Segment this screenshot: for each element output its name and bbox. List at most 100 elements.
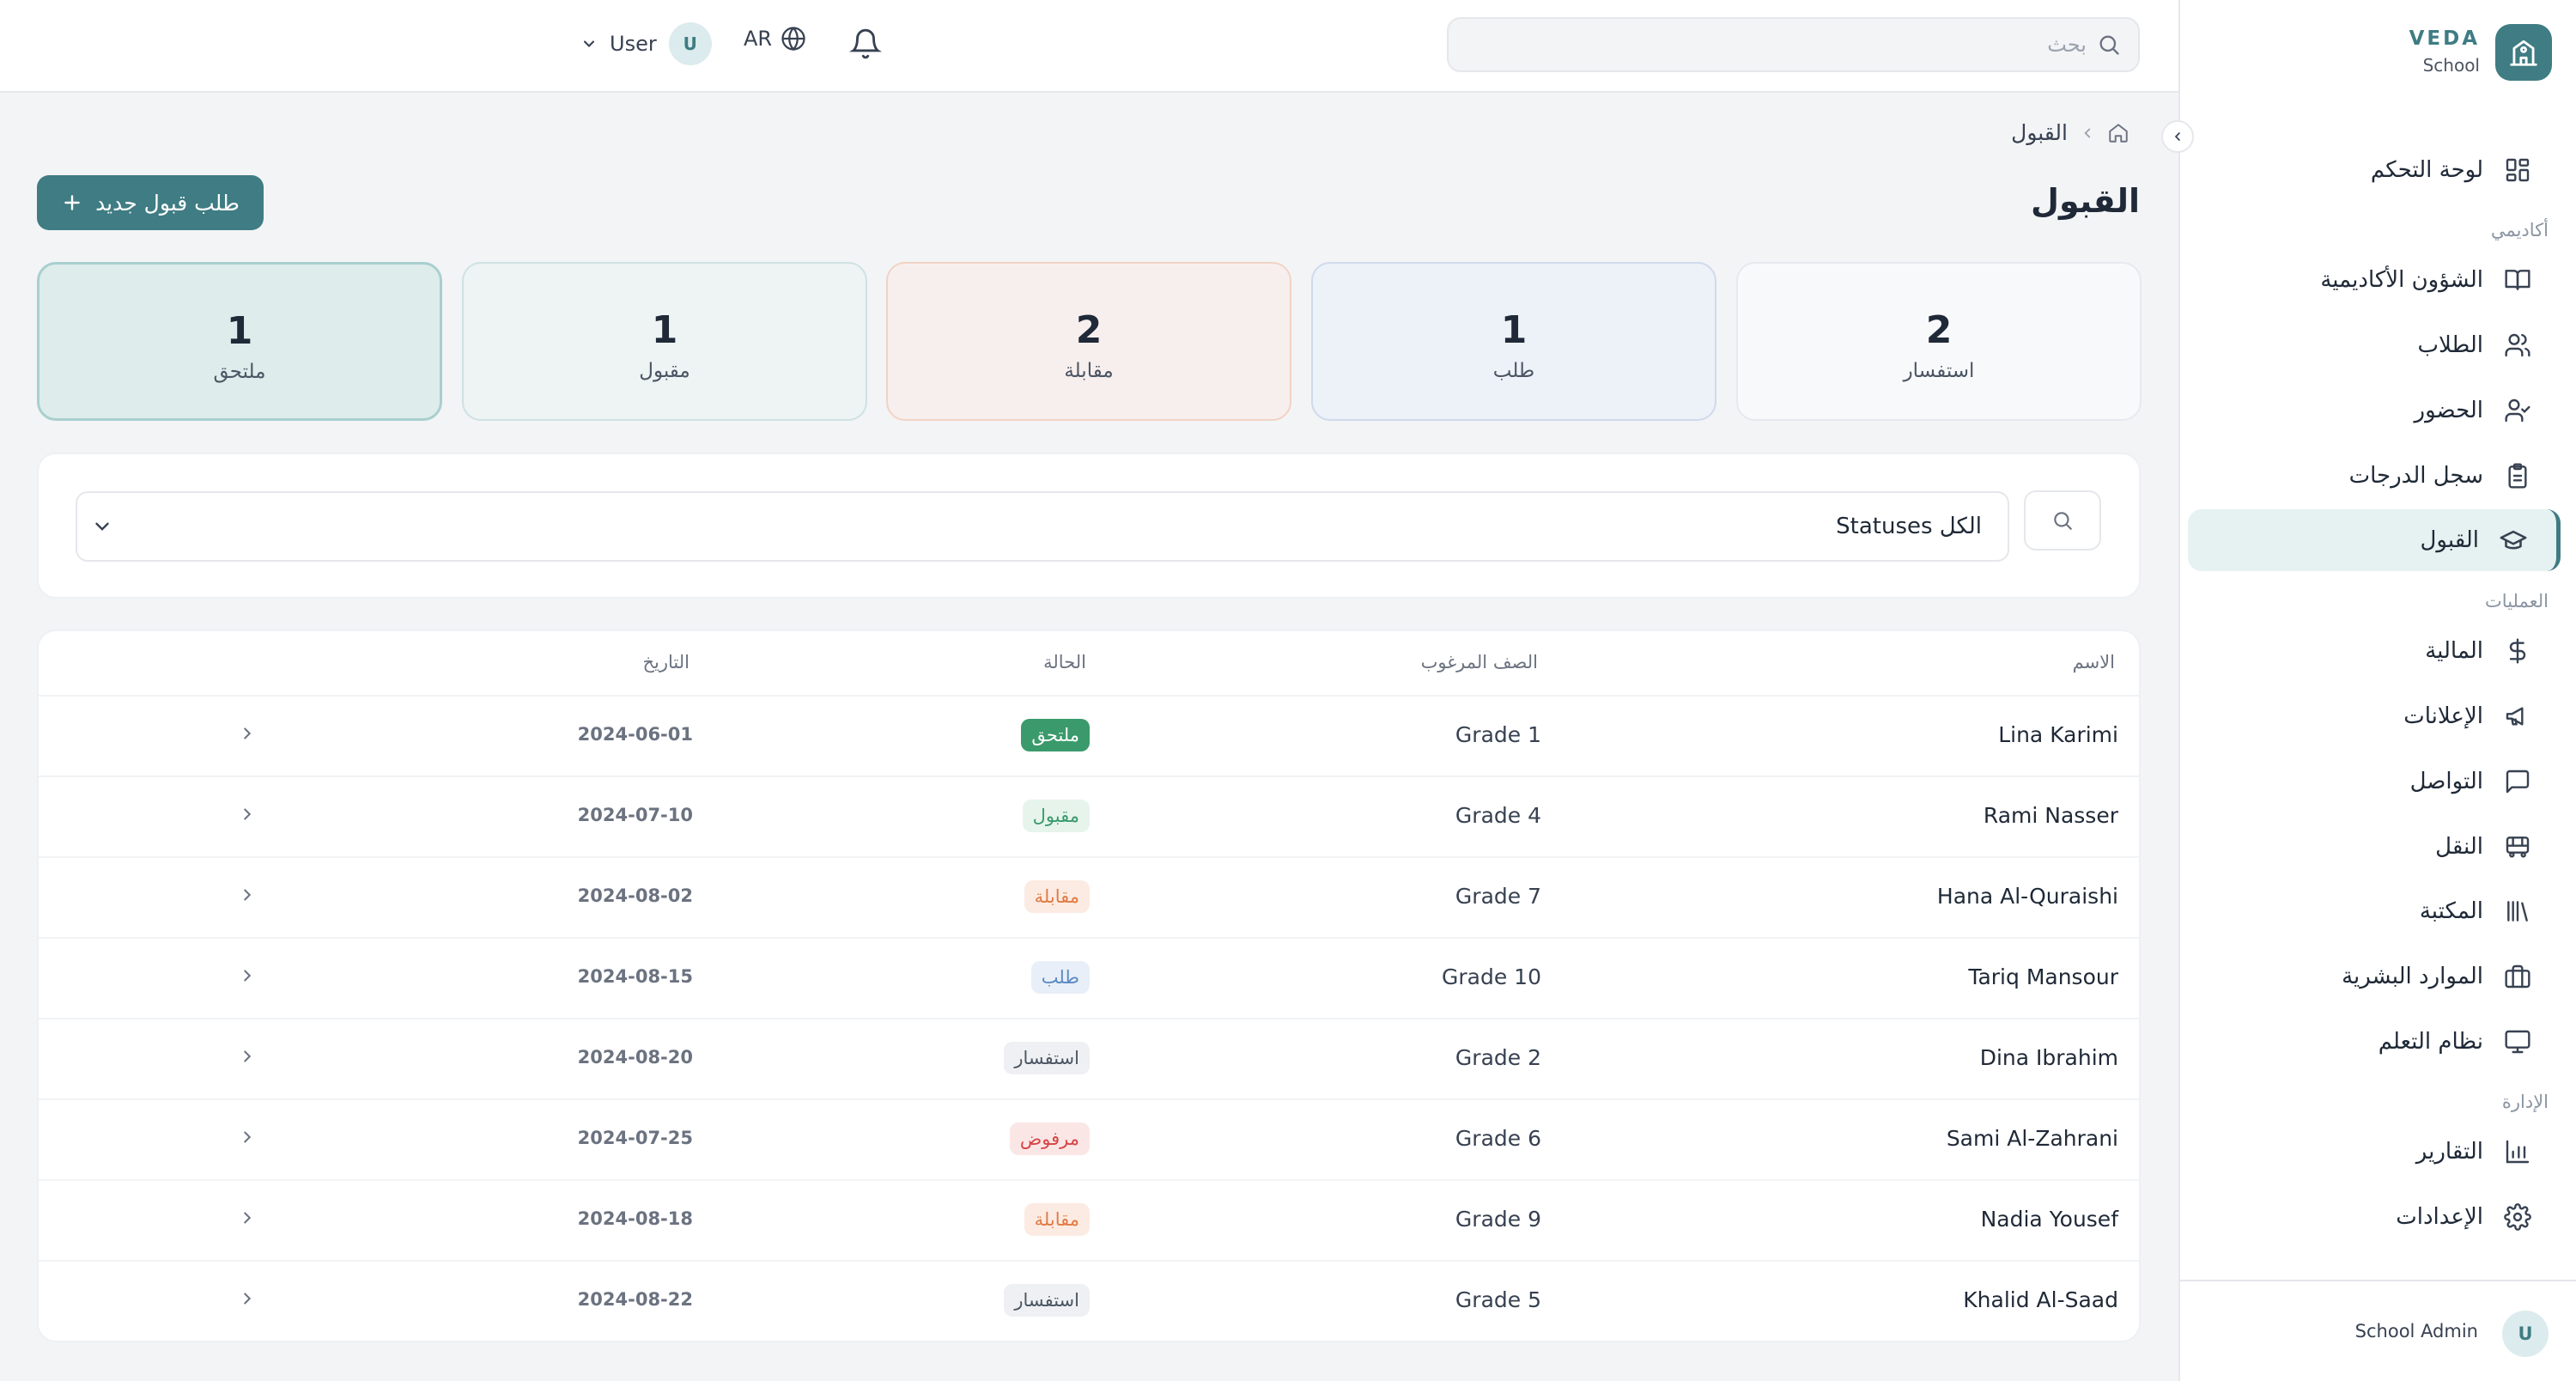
bus-icon: [2500, 830, 2535, 864]
status-filter-select[interactable]: Statuses الكل: [76, 491, 2009, 562]
sidebar-footer-user[interactable]: U School Admin: [2180, 1280, 2576, 1381]
stat-value: 2: [1925, 308, 1953, 352]
sidebar-item-label: لوحة التحكم: [2370, 157, 2483, 183]
new-admission-button[interactable]: طلب قبول جديد: [37, 175, 264, 230]
cell-grade: Grade 10: [1442, 964, 1541, 989]
cell-date: 2024-08-22: [577, 1289, 693, 1310]
chevron-left-icon: [2084, 128, 2091, 137]
column-header-grade: الصف المرغوب: [1420, 652, 1538, 672]
cell-date: 2024-08-20: [577, 1047, 693, 1068]
brand-subtitle: School: [2422, 55, 2480, 76]
language-switcher[interactable]: AR: [744, 26, 806, 52]
admissions-table: الاسم الصف المرغوب الحالة التاريخ Lina K…: [37, 630, 2141, 1342]
stat-card-enrolled[interactable]: 1 ملتحق: [37, 262, 442, 421]
avatar: U: [2502, 1311, 2549, 1357]
search-input[interactable]: [1485, 19, 2087, 70]
graduation-cap-icon: [2496, 523, 2530, 557]
sidebar-item-gradebook[interactable]: سجل الدرجات: [2188, 445, 2561, 507]
sidebar-collapse-button[interactable]: [2161, 120, 2194, 153]
section-operations: العمليات: [2485, 591, 2549, 611]
home-icon: [2109, 123, 2128, 143]
sidebar-item-label: الحضور: [2414, 398, 2483, 423]
sidebar-item-hr[interactable]: الموارد البشرية: [2188, 946, 2561, 1007]
table-row[interactable]: Sami Al-Zahrani Grade 6 مرفوض 2024-07-25: [39, 1098, 2139, 1179]
stat-label: طلب: [1492, 360, 1535, 382]
user-check-icon: [2500, 393, 2535, 428]
page-title: القبول: [2031, 182, 2140, 220]
sidebar-item-label: القبول: [2420, 527, 2479, 553]
column-header-status: الحالة: [1043, 652, 1086, 672]
sidebar-item-lms[interactable]: نظام التعلم: [2188, 1011, 2561, 1073]
sidebar-item-reports[interactable]: التقارير: [2188, 1121, 2561, 1183]
table-row[interactable]: Rami Nasser Grade 4 مقبول 2024-07-10: [39, 776, 2139, 856]
monitor-icon: [2500, 1025, 2535, 1059]
table-row[interactable]: Lina Karimi Grade 1 ملتحق 2024-06-01: [39, 695, 2139, 776]
notifications-bell-icon[interactable]: [849, 27, 882, 64]
cell-name: Dina Ibrahim: [1979, 1045, 2118, 1070]
sidebar-item-attendance[interactable]: الحضور: [2188, 380, 2561, 441]
search-icon: [2097, 33, 2121, 60]
sidebar: VEDA School لوحة التحكم أكاديمي الشؤون ا…: [2178, 0, 2576, 1381]
user-menu[interactable]: User U: [580, 22, 712, 65]
stat-card-interview[interactable]: 2 مقابلة: [886, 262, 1291, 421]
stat-value: 1: [226, 309, 253, 353]
stat-label: مقابلة: [1064, 360, 1114, 382]
stat-card-application[interactable]: 1 طلب: [1311, 262, 1716, 421]
sidebar-item-academics[interactable]: الشؤون الأكاديمية: [2188, 249, 2561, 311]
sidebar-item-announcements[interactable]: الإعلانات: [2188, 685, 2561, 747]
sidebar-item-students[interactable]: الطلاب: [2188, 314, 2561, 376]
table-row[interactable]: Dina Ibrahim Grade 2 استفسار 2024-08-20: [39, 1018, 2139, 1098]
stat-card-inquiry[interactable]: 2 استفسار: [1736, 262, 2142, 421]
status-badge: مقبول: [1022, 800, 1090, 832]
chevron-right-icon: [244, 1131, 252, 1143]
cell-grade: Grade 2: [1455, 1045, 1541, 1070]
chevron-right-icon: [244, 970, 252, 982]
sidebar-item-label: الموارد البشرية: [2342, 964, 2483, 989]
top-header: AR User U: [0, 0, 2178, 93]
brand-name: VEDA: [2409, 27, 2480, 50]
stat-label: ملتحق: [213, 361, 266, 383]
chevron-down-icon: [583, 40, 595, 47]
status-badge: مرفوض: [1009, 1122, 1090, 1155]
sidebar-item-library[interactable]: المكتبة: [2188, 880, 2561, 942]
table-row[interactable]: Nadia Yousef Grade 9 مقابلة 2024-08-18: [39, 1179, 2139, 1260]
status-badge: استفسار: [1004, 1284, 1090, 1317]
section-admin: الإدارة: [2501, 1092, 2549, 1112]
cell-date: 2024-06-01: [577, 724, 693, 745]
sidebar-item-label: التقارير: [2415, 1139, 2483, 1165]
sidebar-item-finance[interactable]: المالية: [2188, 620, 2561, 682]
status-badge: ملتحق: [1021, 719, 1090, 751]
chevron-right-icon: [244, 727, 252, 739]
filter-search-button[interactable]: [2024, 490, 2101, 551]
brand: VEDA School: [2178, 0, 2576, 105]
message-icon: [2500, 764, 2535, 799]
table-row[interactable]: Tariq Mansour Grade 10 طلب 2024-08-15: [39, 937, 2139, 1018]
status-badge: مقابلة: [1024, 880, 1090, 913]
table-row[interactable]: Khalid Al-Saad Grade 5 استفسار 2024-08-2…: [39, 1260, 2139, 1341]
megaphone-icon: [2500, 699, 2535, 733]
search-box[interactable]: [1447, 17, 2140, 72]
cell-grade: Grade 9: [1455, 1207, 1541, 1232]
bar-chart-icon: [2500, 1135, 2535, 1169]
sidebar-item-transport[interactable]: النقل: [2188, 816, 2561, 878]
cell-grade: Grade 6: [1455, 1126, 1541, 1151]
section-academic: أكاديمي: [2490, 220, 2549, 240]
sidebar-item-admissions[interactable]: القبول: [2188, 509, 2561, 571]
sidebar-item-settings[interactable]: الإعدادات: [2188, 1186, 2561, 1248]
cell-name: Nadia Yousef: [1980, 1207, 2118, 1232]
table-row[interactable]: Hana Al-Quraishi Grade 7 مقابلة 2024-08-…: [39, 856, 2139, 937]
cell-date: 2024-08-15: [577, 966, 693, 987]
sidebar-item-dashboard[interactable]: لوحة التحكم: [2188, 139, 2561, 201]
filter-card: Statuses الكل: [37, 453, 2141, 599]
status-badge: مقابلة: [1024, 1203, 1090, 1236]
user-name: User: [610, 32, 657, 56]
breadcrumb: القبول: [2011, 120, 2129, 145]
stat-card-accepted[interactable]: 1 مقبول: [462, 262, 867, 421]
sidebar-item-communication[interactable]: التواصل: [2188, 751, 2561, 812]
briefcase-icon: [2500, 959, 2535, 994]
cell-name: Khalid Al-Saad: [1963, 1287, 2118, 1312]
chevron-right-icon: [244, 1293, 252, 1305]
cell-name: Sami Al-Zahrani: [1946, 1126, 2118, 1151]
sidebar-item-label: المالية: [2425, 638, 2483, 664]
globe-icon: [781, 27, 805, 52]
